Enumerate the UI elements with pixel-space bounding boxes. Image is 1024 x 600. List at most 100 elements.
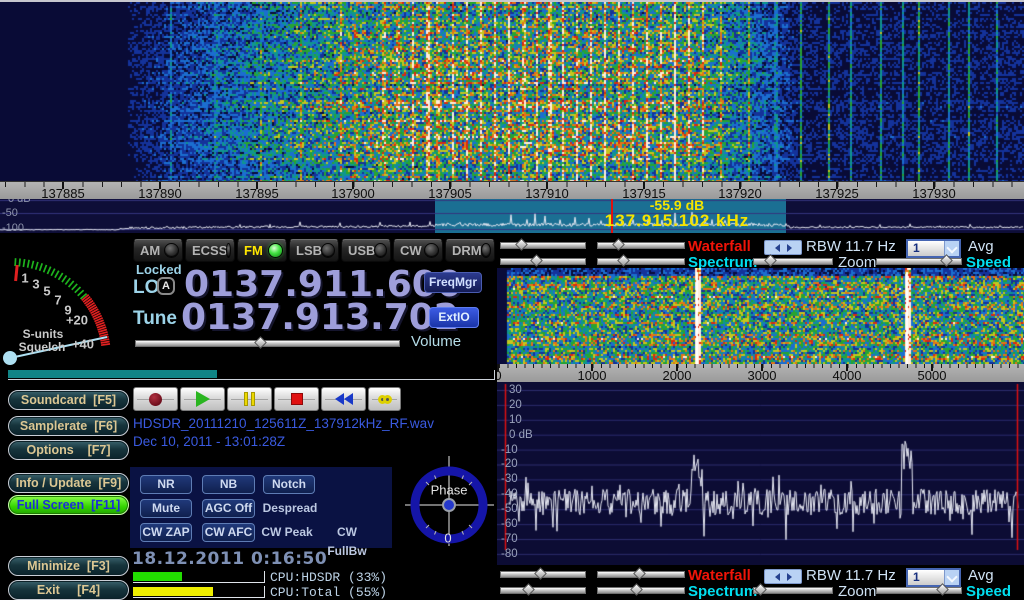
rbw-decrease-icon[interactable] bbox=[775, 244, 780, 252]
auto-lo-button[interactable]: A bbox=[157, 277, 175, 295]
af-spectrum-display[interactable]: 30 20 10 0 dB -10 -20 -30 -40 -50 -60 -7… bbox=[497, 382, 1024, 565]
waterfall-label-bottom[interactable]: Waterfall bbox=[688, 567, 751, 584]
cpu-total-fill bbox=[133, 587, 213, 596]
waterfall-label-top[interactable]: Waterfall bbox=[688, 238, 751, 255]
zoom-slider-bottom[interactable] bbox=[753, 587, 833, 594]
play-button[interactable] bbox=[180, 387, 225, 411]
cw-peak-button[interactable]: CW Peak bbox=[259, 523, 315, 542]
mode-label: LSB bbox=[296, 243, 322, 258]
despread-button[interactable]: Despread bbox=[259, 499, 321, 518]
play-icon bbox=[196, 391, 210, 407]
mode-cw[interactable]: CW bbox=[393, 239, 443, 262]
slider-thumb[interactable] bbox=[633, 567, 646, 580]
slider-thumb[interactable] bbox=[522, 583, 535, 596]
rbw-decrease-icon[interactable] bbox=[775, 573, 780, 581]
mute-button[interactable]: Mute bbox=[140, 499, 192, 518]
af-waterfall-display[interactable] bbox=[497, 268, 1024, 364]
sp-brightness-slider-top[interactable] bbox=[500, 258, 586, 265]
rbw-arrows-top[interactable] bbox=[764, 240, 802, 255]
slider-thumb[interactable] bbox=[764, 254, 777, 267]
nb-button[interactable]: NB bbox=[202, 475, 255, 494]
wf-brightness-slider-top[interactable] bbox=[500, 242, 586, 249]
avg-select-top[interactable]: 1 bbox=[906, 239, 961, 258]
mode-led-icon bbox=[322, 244, 334, 257]
nr-button[interactable]: NR bbox=[140, 475, 192, 494]
phase-value: 0 bbox=[444, 531, 451, 546]
tune-frequency-display[interactable]: 0137.913.702 bbox=[181, 300, 459, 336]
af-db-label: 10 bbox=[509, 414, 522, 426]
info-update-button[interactable]: Info / Update [F9] bbox=[8, 473, 129, 493]
minimize-button[interactable]: Minimize [F3] bbox=[8, 556, 129, 576]
phase-dot bbox=[443, 499, 455, 511]
avg-value: 1 bbox=[908, 570, 944, 585]
exit-button[interactable]: Exit [F4] bbox=[8, 580, 129, 600]
record-button[interactable] bbox=[133, 387, 178, 411]
rbw-increase-icon[interactable] bbox=[787, 573, 792, 581]
mode-ecss[interactable]: ECSS bbox=[185, 239, 235, 262]
locked-label: Locked bbox=[136, 262, 182, 277]
af-db-label: -10 bbox=[501, 444, 518, 456]
slider-thumb[interactable] bbox=[617, 254, 630, 267]
options-button[interactable]: Options [F7] bbox=[8, 440, 129, 460]
speed-slider-top[interactable] bbox=[876, 258, 962, 265]
mode-label: CW bbox=[400, 243, 422, 258]
freqmgr-button[interactable]: FreqMgr bbox=[424, 272, 482, 293]
tune-label: Tune bbox=[133, 308, 177, 330]
notch-button[interactable]: Notch bbox=[263, 475, 315, 494]
spectrum-label-bottom[interactable]: Spectrum bbox=[688, 583, 757, 600]
smeter-units-label: S-units bbox=[23, 327, 64, 341]
slider-thumb[interactable] bbox=[515, 238, 528, 251]
sp-brightness-slider-bottom[interactable] bbox=[500, 587, 586, 594]
speed-slider-bottom[interactable] bbox=[876, 587, 962, 594]
stop-button[interactable] bbox=[274, 387, 319, 411]
rf-frequency-scale[interactable]: 137885 137890 137895 137900 137905 13791… bbox=[0, 181, 1024, 199]
rewind-button[interactable] bbox=[321, 387, 366, 411]
sp-contrast-slider-top[interactable] bbox=[597, 258, 685, 265]
rf-spectrum-trace bbox=[0, 199, 1024, 233]
wf-contrast-slider-bottom[interactable] bbox=[597, 571, 685, 578]
needle-pivot bbox=[3, 351, 17, 365]
cw-afc-button[interactable]: CW AFC bbox=[202, 523, 255, 542]
volume-slider[interactable] bbox=[135, 340, 400, 347]
pause-button[interactable] bbox=[227, 387, 272, 411]
mode-led-icon bbox=[269, 244, 282, 257]
mode-usb[interactable]: USB bbox=[341, 239, 391, 262]
zoom-slider-top[interactable] bbox=[753, 258, 833, 265]
fullscreen-button[interactable]: Full Screen [F11] bbox=[8, 495, 129, 515]
soundcard-button[interactable]: Soundcard [F5] bbox=[8, 390, 129, 410]
mode-drm[interactable]: DRM bbox=[445, 239, 495, 262]
rf-cursor-readout: -55.9 dB 137.915.102 kHz bbox=[557, 199, 797, 229]
rbw-label-top: RBW 11.7 Hz bbox=[806, 238, 896, 255]
rbw-increase-icon[interactable] bbox=[787, 244, 792, 252]
mode-am[interactable]: AM bbox=[133, 239, 183, 262]
extio-button[interactable]: ExtIO bbox=[429, 307, 479, 328]
slider-thumb[interactable] bbox=[530, 254, 543, 267]
slider-thumb[interactable] bbox=[534, 567, 547, 580]
samplerate-button[interactable]: Samplerate [F6] bbox=[8, 416, 129, 436]
rf-waterfall-display[interactable] bbox=[0, 2, 1024, 181]
mode-fm[interactable]: FM bbox=[237, 239, 287, 262]
wf-brightness-slider-bottom[interactable] bbox=[500, 571, 586, 578]
rf-spectrum-display[interactable]: 0 dB -50 -100 -55.9 dB 137.915.102 kHz bbox=[0, 199, 1024, 233]
af-db-label: -30 bbox=[501, 473, 518, 485]
sp-contrast-slider-bottom[interactable] bbox=[597, 587, 685, 594]
mode-led-icon bbox=[375, 244, 386, 257]
rbw-arrows-bottom[interactable] bbox=[764, 569, 802, 584]
af-frequency-scale[interactable]: 0 1000 2000 3000 4000 5000 bbox=[497, 364, 1024, 382]
mode-label: FM bbox=[244, 243, 263, 258]
squelch-level-bar[interactable] bbox=[8, 370, 495, 380]
avg-select-bottom[interactable]: 1 bbox=[906, 568, 961, 587]
slider-thumb[interactable] bbox=[630, 583, 643, 596]
slider-thumb[interactable] bbox=[612, 238, 625, 251]
agc-button[interactable]: AGC Off bbox=[202, 499, 255, 518]
cw-fullbw-button[interactable]: CW FullBw bbox=[316, 523, 378, 542]
cw-zap-button[interactable]: CW ZAP bbox=[140, 523, 192, 542]
squelch-level-fill bbox=[8, 370, 217, 378]
mode-lsb[interactable]: LSB bbox=[289, 239, 339, 262]
mode-label: ECSS bbox=[192, 243, 227, 258]
dropdown-arrow-icon[interactable] bbox=[944, 570, 959, 585]
loop-button[interactable] bbox=[368, 387, 401, 411]
wf-contrast-slider-top[interactable] bbox=[597, 242, 685, 249]
volume-slider-thumb[interactable] bbox=[254, 336, 267, 349]
pause-icon bbox=[244, 392, 255, 406]
